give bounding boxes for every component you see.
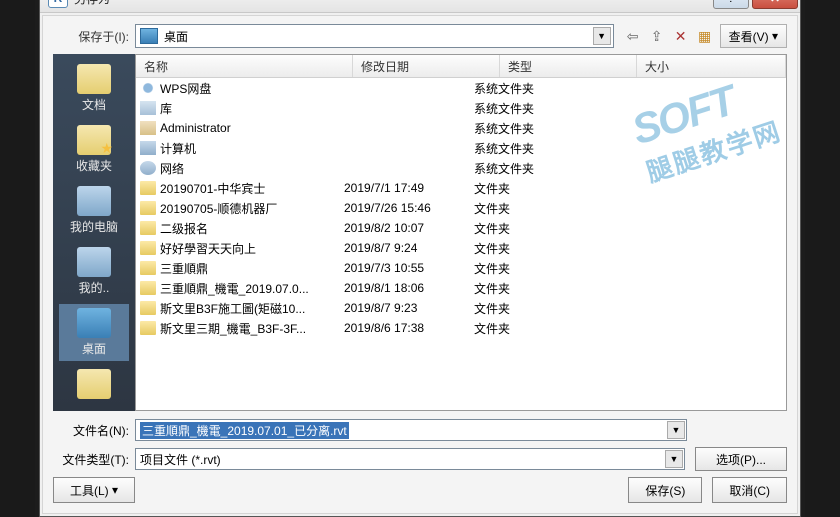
chevron-down-icon[interactable]: ▼ (667, 421, 685, 439)
filename-input[interactable]: 三重順鼎_機電_2019.07.01_已分离.rvt ▼ (135, 419, 687, 441)
net-icon (140, 161, 156, 175)
sidebar-item-mycomputer[interactable]: 我的电脑 (59, 182, 129, 239)
cloud-icon (140, 81, 156, 95)
folder-icon (140, 321, 156, 335)
folder-icon (140, 261, 156, 275)
close-button[interactable]: ✕ (752, 0, 798, 9)
file-row[interactable]: 二级报名2019/8/2 10:07文件夹 (136, 218, 786, 238)
delete-icon[interactable]: ✕ (672, 27, 690, 45)
back-icon[interactable]: ⇦ (624, 27, 642, 45)
save-in-label: 保存于(I): (53, 28, 129, 45)
folder-icon (140, 181, 156, 195)
file-row[interactable]: 三重順鼎_機電_2019.07.0...2019/8/1 18:06文件夹 (136, 278, 786, 298)
window-title: 另存为 (74, 0, 710, 7)
col-name[interactable]: 名称 (136, 55, 353, 77)
lib-icon (140, 101, 156, 115)
up-icon[interactable]: ⇪ (648, 27, 666, 45)
pc-icon (77, 186, 111, 216)
pc-icon (140, 141, 156, 155)
folder-icon (140, 221, 156, 235)
view-button[interactable]: 查看(V) ▾ (720, 24, 787, 48)
file-row[interactable]: 好好學習天天向上2019/8/7 9:24文件夹 (136, 238, 786, 258)
chevron-down-icon[interactable]: ▼ (593, 27, 611, 45)
file-row[interactable]: 计算机系统文件夹 (136, 138, 786, 158)
file-row[interactable]: 斯文里三期_機電_B3F-3F...2019/8/6 17:38文件夹 (136, 318, 786, 338)
file-list-panel: SOFT 腿腿教学网 名称 修改日期 类型 大小 WPS网盘系统文件夹库系统文件… (135, 54, 787, 411)
net-icon (77, 247, 111, 277)
filetype-combo[interactable]: 项目文件 (*.rvt) ▼ (135, 448, 685, 470)
tools-button[interactable]: 工具(L) ▾ (53, 477, 135, 503)
titlebar[interactable]: R 另存为 ? ✕ (40, 0, 800, 13)
column-headers[interactable]: 名称 修改日期 类型 大小 (136, 55, 786, 78)
sidebar-item-documents[interactable]: 文档 (59, 60, 129, 117)
file-row[interactable]: 20190701-中华宾士2019/7/1 17:49文件夹 (136, 178, 786, 198)
folder-icon (140, 241, 156, 255)
sidebar-item-desktop[interactable]: 桌面 (59, 304, 129, 361)
sidebar-item-folder[interactable] (59, 365, 129, 405)
filetype-label: 文件类型(T): (53, 451, 129, 468)
doc-icon (77, 64, 111, 94)
desktop-icon (140, 28, 158, 44)
sidebar-item-favorites[interactable]: 收藏夹 (59, 121, 129, 178)
folder-icon (140, 201, 156, 215)
col-type[interactable]: 类型 (500, 55, 637, 77)
filetype-value: 项目文件 (*.rvt) (140, 451, 221, 468)
save-in-combo[interactable]: 桌面 ▼ (135, 24, 614, 48)
file-row[interactable]: 三重順鼎2019/7/3 10:55文件夹 (136, 258, 786, 278)
help-button[interactable]: ? (713, 0, 749, 9)
chevron-down-icon[interactable]: ▼ (665, 450, 683, 468)
file-row[interactable]: 斯文里B3F施工圖(矩磁10...2019/8/7 9:23文件夹 (136, 298, 786, 318)
file-row[interactable]: 20190705-顺德机器厂2019/7/26 15:46文件夹 (136, 198, 786, 218)
nav-toolbar: ⇦ ⇪ ✕ ▦ (624, 27, 714, 45)
col-date[interactable]: 修改日期 (353, 55, 500, 77)
save-as-dialog: R 另存为 ? ✕ 保存于(I): 桌面 ▼ ⇦ ⇪ ✕ ▦ 查看(V) ▾ 文… (39, 0, 801, 517)
col-size[interactable]: 大小 (637, 55, 786, 77)
app-icon: R (48, 0, 68, 8)
file-row[interactable]: 库系统文件夹 (136, 98, 786, 118)
filename-value: 三重順鼎_機電_2019.07.01_已分离.rvt (140, 422, 349, 439)
file-row[interactable]: 网络系统文件夹 (136, 158, 786, 178)
new-folder-icon[interactable]: ▦ (696, 27, 714, 45)
save-in-value: 桌面 (164, 28, 188, 45)
fav-icon (77, 125, 111, 155)
file-list[interactable]: WPS网盘系统文件夹库系统文件夹Administrator系统文件夹计算机系统文… (136, 78, 786, 338)
fold-icon (77, 369, 111, 399)
desk-icon (77, 308, 111, 338)
cancel-button[interactable]: 取消(C) (712, 477, 787, 503)
places-sidebar: 文档收藏夹我的电脑我的..桌面 (53, 54, 135, 411)
options-button[interactable]: 选项(P)... (695, 447, 787, 471)
save-button[interactable]: 保存(S) (628, 477, 702, 503)
filename-label: 文件名(N): (53, 422, 129, 439)
folder-icon (140, 301, 156, 315)
folder-icon (140, 281, 156, 295)
sidebar-item-network[interactable]: 我的.. (59, 243, 129, 300)
file-row[interactable]: WPS网盘系统文件夹 (136, 78, 786, 98)
file-row[interactable]: Administrator系统文件夹 (136, 118, 786, 138)
user-icon (140, 121, 156, 135)
